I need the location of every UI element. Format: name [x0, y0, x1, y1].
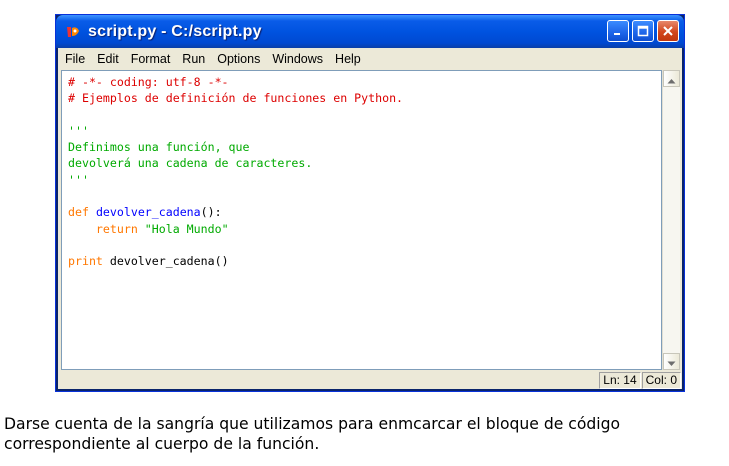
status-bar: Ln: 14 Col: 0: [59, 372, 681, 389]
maximize-button[interactable]: [632, 20, 654, 42]
menu-format[interactable]: Format: [125, 52, 177, 66]
keyword-def: def: [68, 205, 89, 220]
arrow-up-icon: [667, 69, 676, 88]
close-icon: [662, 22, 674, 41]
minimize-icon: [612, 22, 624, 41]
menu-file[interactable]: File: [59, 52, 91, 66]
code-line-7: ''': [68, 172, 89, 187]
menu-edit[interactable]: Edit: [91, 52, 125, 66]
string-literal: "Hola Mundo": [144, 221, 229, 236]
print-argument: devolver_cadena(): [102, 254, 229, 269]
python-idle-icon: [64, 23, 82, 41]
menu-run[interactable]: Run: [176, 52, 211, 66]
code-line-9: def devolver_cadena():: [68, 204, 661, 220]
page: script.py - C:/script.py File Edit Forma…: [0, 0, 729, 466]
scroll-down-button[interactable]: [663, 353, 680, 370]
minimize-button[interactable]: [607, 20, 629, 42]
keyword-print: print: [68, 254, 103, 269]
code-line-12: print devolver_cadena(): [68, 253, 661, 269]
idle-editor-window: script.py - C:/script.py File Edit Forma…: [55, 14, 685, 392]
code-line-2: # Ejemplos de definición de funciones en…: [68, 91, 404, 106]
menu-help[interactable]: Help: [329, 52, 367, 66]
menu-options[interactable]: Options: [211, 52, 266, 66]
window-controls: [607, 20, 679, 42]
code-line-5: Definimos una función, que: [68, 140, 250, 155]
code-line-6: devolverá una cadena de caracteres.: [68, 156, 313, 171]
title-bar[interactable]: script.py - C:/script.py: [56, 15, 684, 48]
code-line-10: return "Hola Mundo": [68, 221, 661, 237]
arrow-down-icon: [667, 352, 676, 371]
close-button[interactable]: [657, 20, 679, 42]
scroll-up-button[interactable]: [663, 70, 680, 87]
function-signature: ():: [200, 205, 222, 220]
window-title: script.py - C:/script.py: [88, 22, 262, 40]
function-name: devolver_cadena: [95, 205, 201, 220]
menu-bar: File Edit Format Run Options Windows Hel…: [59, 49, 681, 69]
caption-line-1: Darse cuenta de la sangría que utilizamo…: [4, 415, 621, 433]
maximize-icon: [637, 22, 649, 41]
caption: Darse cuenta de la sangría que utilizamo…: [4, 414, 726, 454]
code-line-4: ''': [68, 123, 89, 138]
keyword-return: return: [95, 221, 138, 236]
menu-windows[interactable]: Windows: [266, 52, 329, 66]
caption-line-2: correspondiente al cuerpo de la función.: [4, 435, 320, 453]
status-column: Col: 0: [641, 372, 681, 389]
vertical-scrollbar[interactable]: [662, 70, 680, 370]
code-line-1: # -*- coding: utf-8 -*-: [68, 75, 229, 89]
status-line: Ln: 14: [599, 372, 641, 389]
code-editor[interactable]: # -*- coding: utf-8 -*- # Ejemplos de de…: [61, 70, 662, 370]
